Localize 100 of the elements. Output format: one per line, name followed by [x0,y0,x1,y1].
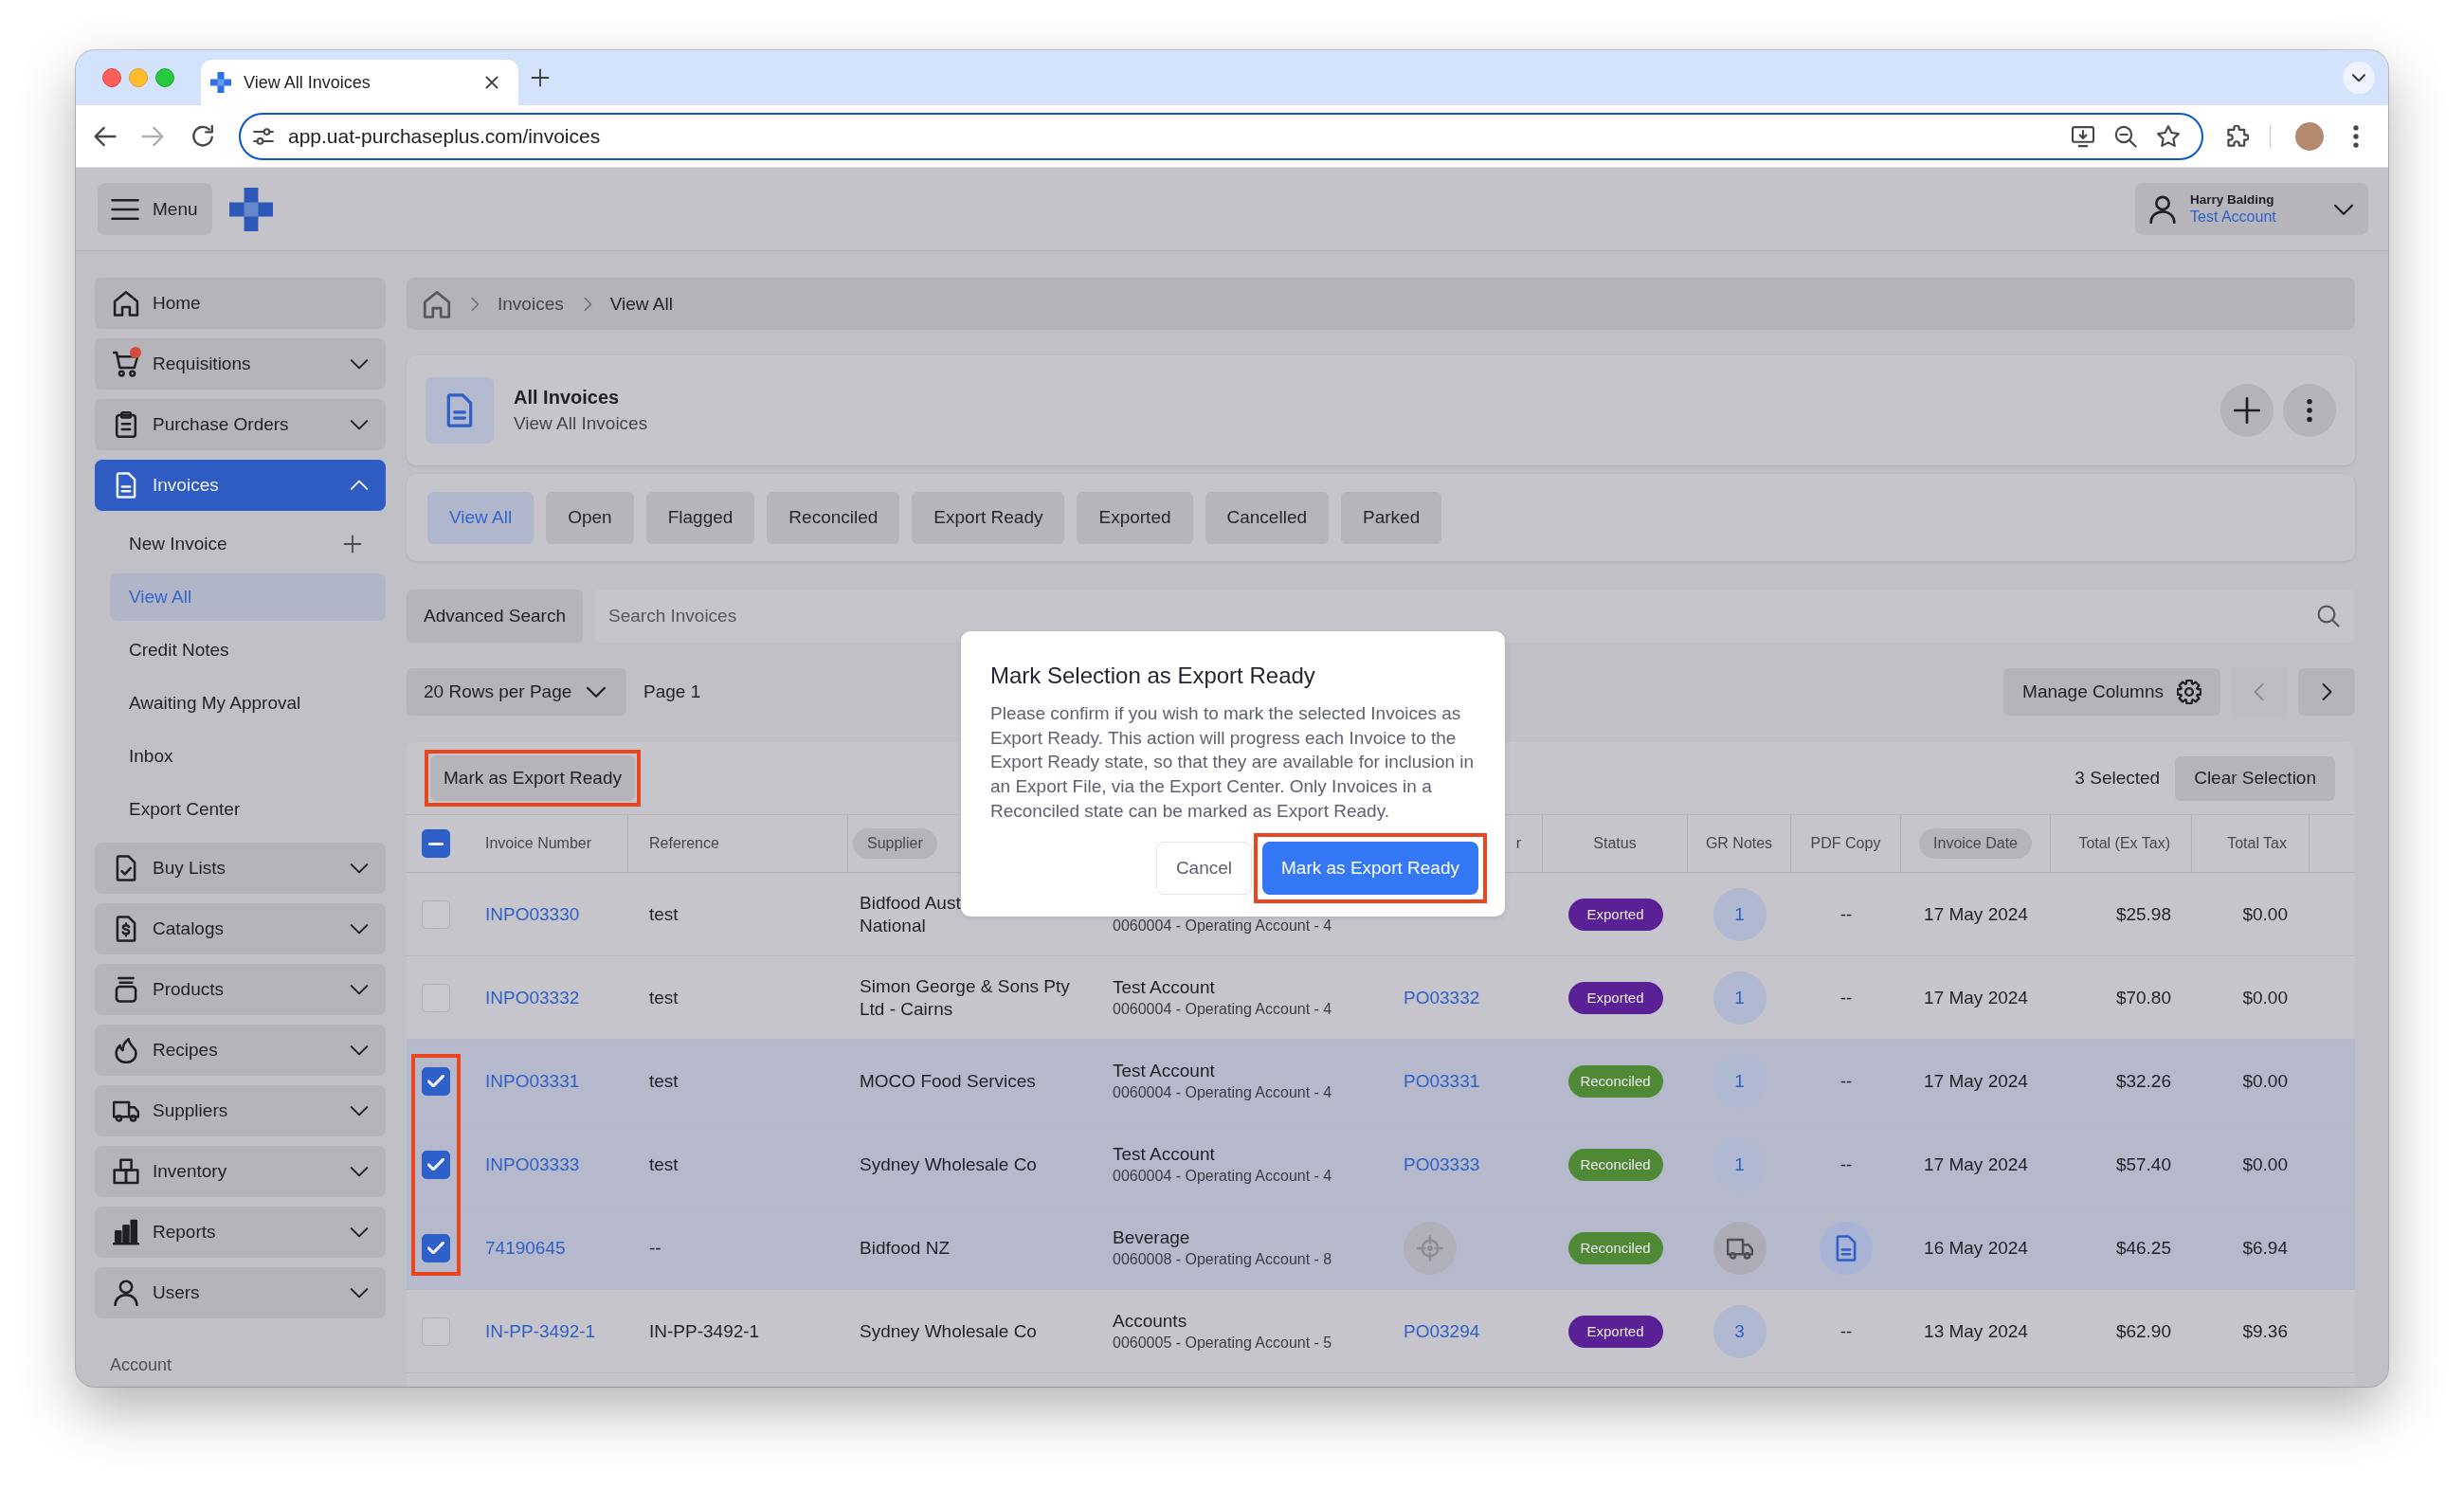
chevron-down-icon[interactable] [2343,62,2375,94]
nav-subitem[interactable]: Inbox [110,733,386,780]
date-text: 17 May 2024 [1924,903,2028,925]
minus-icon [428,842,444,845]
empty-value: -- [1839,987,1853,1008]
avatar[interactable] [2295,121,2324,151]
reference-text: test [649,1070,679,1092]
plus-icon[interactable] [343,535,362,554]
nav-item[interactable]: Users [95,1267,386,1318]
kebab-menu-icon[interactable] [2353,124,2359,148]
reference-text: test [649,903,679,925]
empty-value: -- [1839,1153,1853,1175]
puzzle-icon[interactable] [2226,124,2249,148]
account-code: 0060005 - Operating Account - 5 [1113,1333,1332,1353]
cancel-button[interactable]: Cancel [1155,842,1253,895]
checkbox[interactable] [422,983,450,1012]
nav-item[interactable]: Invoices [95,460,386,511]
more-button[interactable] [2283,384,2336,437]
nav-item[interactable]: Purchase Orders [95,399,386,450]
container-icon [113,976,139,1003]
filter-tab[interactable]: Open [546,491,634,544]
star-icon[interactable] [2157,124,2180,148]
status-badge: Exported [1567,898,1663,931]
address-bar[interactable]: app.uat-purchaseplus.com/invoices [239,112,2203,160]
checkbox[interactable] [422,829,450,858]
column-header[interactable]: GR Notes [1705,835,1773,852]
account-code: 0060004 - Operating Account - 4 [1113,916,1332,935]
supplier-name: Sydney Wholesale Co [860,1153,1037,1176]
checkbox[interactable] [422,1233,450,1262]
filter-tab[interactable]: Parked [1341,491,1442,544]
column-header[interactable]: Invoice Date [1919,828,2032,859]
zoom-out-icon[interactable] [2114,124,2137,148]
account-code: 0060004 - Operating Account - 4 [1113,999,1332,1019]
plus-icon[interactable] [531,68,550,87]
nav-item[interactable]: Products [95,964,386,1015]
filter-tab[interactable]: Cancelled [1205,491,1329,544]
supplier-name: MOCO Food Services [860,1069,1036,1093]
flame-icon [113,1037,139,1063]
search-icon[interactable] [2317,605,2340,627]
filter-tab[interactable]: Reconciled [767,491,900,544]
filter-tab[interactable]: Export Ready [912,491,1065,544]
column-header[interactable]: Invoice Number [485,835,592,852]
checkbox[interactable] [422,1150,450,1179]
window-close-icon[interactable] [102,68,121,87]
column-header[interactable]: Status [1593,835,1637,852]
column-header[interactable]: Total (Ex Tax) [2078,835,2170,852]
close-icon[interactable] [484,75,499,90]
column-header[interactable]: Reference [649,835,719,852]
column-header[interactable]: Supplier [853,828,937,859]
amount-text: $0.00 [2242,903,2288,925]
account-name: Beverage [1113,1226,1191,1248]
column-header[interactable]: Total Tax [2227,835,2287,852]
column-header[interactable]: r [1515,835,1521,852]
nav-item[interactable]: Catalogs [95,903,386,954]
nav-item[interactable]: Suppliers [95,1085,386,1136]
checkbox[interactable] [422,1316,450,1346]
confirm-button[interactable]: Mark as Export Ready [1262,842,1478,895]
nav-subitem[interactable]: New Invoice [110,520,386,568]
checkbox[interactable] [422,1066,450,1096]
filter-tab[interactable]: Flagged [645,491,755,544]
nav-subitem[interactable]: Credit Notes [110,626,386,674]
logo-icon[interactable] [229,187,273,231]
amount-text: $62.90 [2115,1320,2171,1342]
amount-text: $0.00 [2242,987,2288,1008]
rows-per-page-select[interactable]: 20 Rows per Page [407,668,626,716]
nav-item[interactable]: Buy Lists [95,843,386,894]
export-ready-button[interactable]: Mark as Export Ready [430,755,635,801]
nav-item[interactable]: Requisitions [95,338,386,390]
account-name: Test Account [1113,976,1216,998]
dialog-title: Mark Selection as Export Ready [990,662,1316,690]
amount-text: $6.94 [2242,1237,2288,1259]
advanced-search-button[interactable]: Advanced Search [407,590,583,643]
breadcrumb-link[interactable]: Invoices [498,293,564,315]
checkbox[interactable] [422,899,450,929]
nav-item[interactable]: Recipes [95,1025,386,1076]
cart-icon [113,351,139,377]
manage-columns-button[interactable]: Manage Columns [2003,668,2220,716]
add-button[interactable] [2220,384,2274,437]
home-icon[interactable] [423,289,451,318]
reload-icon[interactable] [190,123,215,149]
nav-item[interactable]: Reports [95,1207,386,1258]
browser-tab[interactable]: View All Invoices [201,60,518,105]
section-label: Account [109,1354,173,1375]
filter-tab[interactable]: Exported [1077,491,1193,544]
nav-item[interactable]: Inventory [95,1146,386,1197]
menu-button[interactable]: Menu [98,183,212,235]
plus-icon [2233,396,2261,425]
clear-selection-button[interactable]: Clear Selection [2175,755,2335,801]
date-text: 17 May 2024 [1924,987,2028,1008]
column-header[interactable]: PDF Copy [1810,835,1881,852]
nav-item[interactable]: Home [95,278,386,329]
status-badge: Reconciled [1567,1064,1663,1098]
nav-subitem[interactable]: Export Center [110,786,386,833]
search-field[interactable]: Search Invoices [594,590,2355,643]
monitor-download-icon[interactable] [2072,124,2094,148]
dialog-message: Please confirm if you wish to mark the selected Invoices as Export Ready. This action will progress each Invoice to the Export Ready state, so that they are available for inclusion in an Export File, via the Export Center. Only Invoices in a Reconciled state can be marked as Export Ready. [990,702,1476,823]
sliders-icon[interactable] [253,125,274,147]
nav-subitem[interactable]: Awaiting My Approval [110,680,386,727]
amount-text: $57.40 [2115,1153,2171,1175]
user-menu-button[interactable]: Harry Balding Test Account [2135,183,2368,235]
